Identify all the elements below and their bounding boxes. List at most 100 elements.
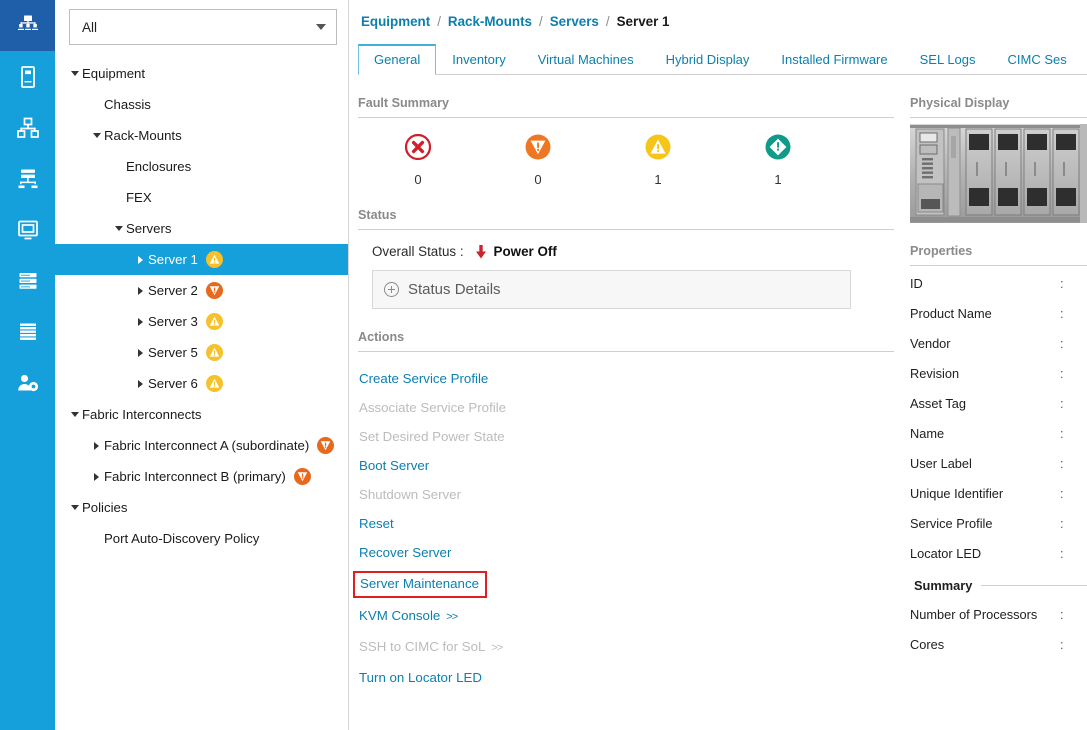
tree-item-server-6[interactable]: Server 6 xyxy=(55,368,348,399)
action-label: Server Maintenance xyxy=(360,576,479,591)
scope-filter-select[interactable]: All xyxy=(69,9,337,45)
chevron-right-icon[interactable] xyxy=(133,255,148,264)
action-recover-server[interactable]: Recover Server xyxy=(358,538,451,567)
chevron-right-icon[interactable] xyxy=(133,286,148,295)
action-row: Associate Service Profile xyxy=(358,393,894,422)
fault-summary-counters: 0 0 1 1 xyxy=(358,118,894,187)
property-colon: : xyxy=(1060,425,1064,441)
property-colon: : xyxy=(1060,395,1064,411)
chevron-right-icon[interactable] xyxy=(89,472,104,481)
tab-virtual-machines[interactable]: Virtual Machines xyxy=(522,45,650,75)
double-chevron-right-icon: >> xyxy=(446,611,458,623)
fault-counter-critical[interactable]: 0 xyxy=(358,133,478,187)
chassis-icon[interactable] xyxy=(0,306,55,357)
tree-item-rack-mounts[interactable]: Rack-Mounts xyxy=(55,120,348,151)
fault-counter-minor[interactable]: 1 xyxy=(598,134,718,187)
main-content: Equipment / Rack-Mounts / Servers / Server 1 G… xyxy=(349,0,1087,730)
tree-item-label: Policies xyxy=(82,500,128,515)
status-title: Status xyxy=(358,208,397,222)
tree-item-enclosures[interactable]: Enclosures xyxy=(55,151,348,182)
fault-counter-info[interactable]: 1 xyxy=(718,134,838,187)
chevron-down-icon[interactable] xyxy=(67,412,82,417)
tree-item-label: Server 1 xyxy=(148,252,198,267)
action-kvm-console[interactable]: KVM Console >> xyxy=(358,601,458,632)
property-key: Unique Identifier xyxy=(910,485,1004,501)
tree-item-fabric-interconnect-b-primary[interactable]: Fabric Interconnect B (primary) xyxy=(55,461,348,492)
tab-inventory[interactable]: Inventory xyxy=(436,45,521,75)
chevron-down-icon[interactable] xyxy=(111,226,126,231)
action-create-service-profile[interactable]: Create Service Profile xyxy=(358,364,488,393)
servers-icon[interactable] xyxy=(0,51,55,102)
lan-icon[interactable] xyxy=(0,102,55,153)
chevron-down-icon[interactable] xyxy=(67,71,82,76)
action-row: Reset xyxy=(358,509,894,538)
tab-cimc-ses[interactable]: CIMC Ses xyxy=(992,45,1083,75)
action-server-maintenance[interactable]: Server Maintenance xyxy=(360,576,479,591)
application-window: All Equipment Chassis Rack-Mounts Enclosure… xyxy=(0,0,1087,730)
action-row: Recover Server xyxy=(358,538,894,567)
tree-item-server-3[interactable]: Server 3 xyxy=(55,306,348,337)
action-label: Set Desired Power State xyxy=(359,429,505,444)
action-boot-server[interactable]: Boot Server xyxy=(358,451,429,480)
status-details-expander[interactable]: Status Details xyxy=(372,270,851,309)
summary-title: Summary xyxy=(914,578,973,593)
highlight-box: Server Maintenance xyxy=(353,571,487,598)
chevron-right-icon[interactable] xyxy=(133,317,148,326)
vm-icon[interactable] xyxy=(0,204,55,255)
tab-installed-firmware[interactable]: Installed Firmware xyxy=(765,45,903,75)
chevron-right-icon[interactable] xyxy=(133,348,148,357)
chevron-right-icon[interactable] xyxy=(133,379,148,388)
breadcrumb: Equipment / Rack-Mounts / Servers / Server 1 xyxy=(349,0,1087,29)
warning-icon xyxy=(598,134,718,165)
summary-row: Number of Processors: xyxy=(910,599,1087,629)
fault-count-value: 1 xyxy=(654,172,662,187)
tree-item-server-5[interactable]: Server 5 xyxy=(55,337,348,368)
property-row: Product Name: xyxy=(910,298,1087,328)
tree-item-chassis[interactable]: Chassis xyxy=(55,89,348,120)
tree-item-port-auto-discovery-policy[interactable]: Port Auto-Discovery Policy xyxy=(55,523,348,554)
tree-item-fex[interactable]: FEX xyxy=(55,182,348,213)
tab-sel-logs[interactable]: SEL Logs xyxy=(904,45,992,75)
chevron-right-icon[interactable] xyxy=(89,441,104,450)
tree-item-server-2[interactable]: Server 2 xyxy=(55,275,348,306)
tree-item-equipment[interactable]: Equipment xyxy=(55,58,348,89)
fault-count-value: 0 xyxy=(534,172,542,187)
tree-item-servers[interactable]: Servers xyxy=(55,213,348,244)
storage-icon[interactable] xyxy=(0,255,55,306)
tree-item-server-1[interactable]: Server 1 xyxy=(55,244,348,275)
chevron-down-icon[interactable] xyxy=(67,505,82,510)
equipment-icon[interactable] xyxy=(0,0,55,51)
critical-icon xyxy=(358,133,478,165)
property-row: User Label: xyxy=(910,448,1087,478)
physical-display-title: Physical Display xyxy=(910,96,1010,110)
tree-item-label: Server 2 xyxy=(148,283,198,298)
breadcrumb-link-servers[interactable]: Servers xyxy=(550,14,599,29)
tree-item-fabric-interconnects[interactable]: Fabric Interconnects xyxy=(55,399,348,430)
property-colon: : xyxy=(1060,305,1064,321)
tab-hybrid-display[interactable]: Hybrid Display xyxy=(650,45,766,75)
property-key: Locator LED xyxy=(910,545,982,561)
tab-general[interactable]: General xyxy=(358,44,437,75)
admin-icon[interactable] xyxy=(0,357,55,408)
action-turn-on-locator-led[interactable]: Turn on Locator LED xyxy=(358,663,482,692)
server-front-panel-image xyxy=(910,124,1087,223)
chevron-down-icon[interactable] xyxy=(89,133,104,138)
fault-counter-major[interactable]: 0 xyxy=(478,134,598,187)
warning-fault-icon xyxy=(205,313,223,330)
tree-item-policies[interactable]: Policies xyxy=(55,492,348,523)
property-key: Product Name xyxy=(910,305,992,321)
action-associate-service-profile: Associate Service Profile xyxy=(358,393,506,422)
action-label: Recover Server xyxy=(359,545,452,560)
action-reset[interactable]: Reset xyxy=(358,509,394,538)
property-row: Locator LED: xyxy=(910,538,1087,568)
action-row: SSH to CIMC for SoL >> xyxy=(358,632,894,663)
property-colon: : xyxy=(1060,485,1064,501)
tree-item-fabric-interconnect-a-subordinate[interactable]: Fabric Interconnect A (subordinate) xyxy=(55,430,348,461)
breadcrumb-link-equipment[interactable]: Equipment xyxy=(361,14,430,29)
power-off-icon xyxy=(475,244,486,259)
status-details-label: Status Details xyxy=(408,281,501,298)
property-colon: : xyxy=(1060,275,1064,291)
breadcrumb-link-rack-mounts[interactable]: Rack-Mounts xyxy=(448,14,532,29)
summary-row: Cores: xyxy=(910,629,1087,659)
san-icon[interactable] xyxy=(0,153,55,204)
